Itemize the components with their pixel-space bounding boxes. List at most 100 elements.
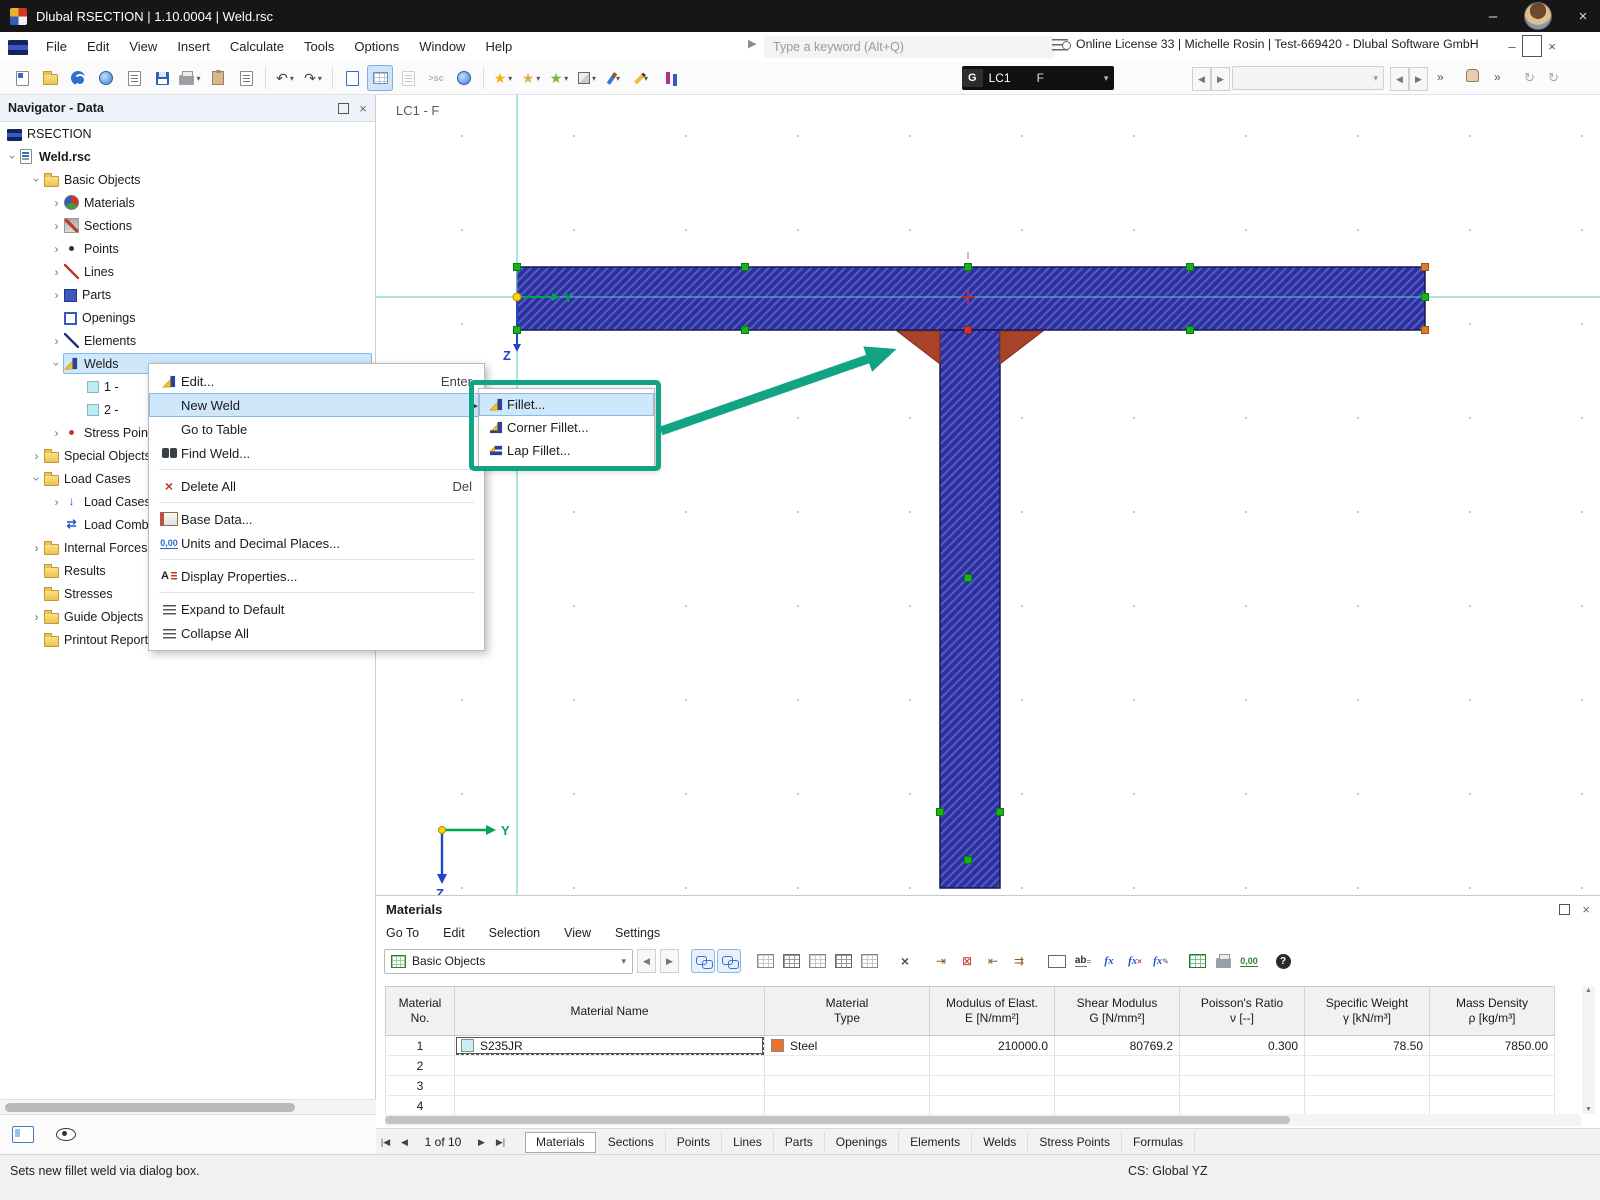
menu-help[interactable]: Help [475, 32, 522, 62]
generated-objects-button[interactable]: ★▾ [518, 65, 544, 91]
search-options-icon[interactable] [1052, 39, 1068, 51]
report-button[interactable] [233, 65, 259, 91]
menu-window[interactable]: Window [409, 32, 475, 62]
redo-button[interactable]: ↷▾ [300, 65, 326, 91]
chevron-right-icon[interactable]: › [30, 541, 43, 555]
menu-view[interactable]: View [119, 32, 167, 62]
submenu-item-corner-fillet[interactable]: Corner Fillet... [479, 416, 654, 439]
chevron-right-icon[interactable]: › [50, 334, 63, 348]
next-table-button[interactable]: ▶ [660, 949, 679, 973]
tab-formulas[interactable]: Formulas [1122, 1132, 1195, 1153]
table-row[interactable]: 4 [385, 1096, 1555, 1116]
doc-restore-button[interactable] [1522, 36, 1542, 56]
menu-item-go-to-table[interactable]: Go to Table [149, 417, 484, 441]
chevron-down-icon[interactable]: › [6, 150, 20, 163]
toolbar-overflow-icon[interactable]: » [1437, 70, 1444, 84]
table-row[interactable]: 3 [385, 1076, 1555, 1096]
new-object-button[interactable]: ★▾ [546, 65, 572, 91]
tab-lines[interactable]: Lines [722, 1132, 774, 1153]
favorites-button[interactable]: ★▾ [490, 65, 516, 91]
menu-edit[interactable]: Edit [77, 32, 119, 62]
scrollbar-thumb[interactable] [5, 1103, 295, 1112]
tree-item-points[interactable]: ›Points [0, 237, 375, 260]
chevron-down-icon[interactable]: ▾ [1104, 73, 1109, 84]
first-table-icon[interactable]: |◀ [376, 1133, 395, 1152]
mat-menu-edit[interactable]: Edit [443, 926, 465, 940]
mat-menu-selection[interactable]: Selection [489, 926, 540, 940]
table-fill-button[interactable] [753, 949, 777, 973]
menu-item-base-data[interactable]: Base Data... [149, 507, 484, 531]
mat-menu-settings[interactable]: Settings [615, 926, 660, 940]
navigator-panels-icon[interactable] [12, 1126, 34, 1143]
excel-export-button[interactable] [1185, 949, 1209, 973]
sc-view-button[interactable]: >sc [423, 65, 449, 91]
search-input[interactable]: Type a keyword (Alt+Q) [764, 36, 1055, 58]
display-visibility-eye-icon[interactable] [56, 1128, 76, 1141]
fillet-weld-left[interactable] [897, 331, 940, 364]
visual-objects-button[interactable]: ▾ [574, 65, 600, 91]
submenu-item-lap-fillet[interactable]: Lap Fillet... [479, 439, 654, 462]
chevron-down-icon[interactable]: ▾ [1373, 73, 1378, 84]
origin-node[interactable] [513, 293, 521, 301]
panel-close-icon[interactable]: × [1582, 902, 1590, 917]
tab-elements[interactable]: Elements [899, 1132, 972, 1153]
formula-button[interactable]: fx [1097, 949, 1121, 973]
menu-insert[interactable]: Insert [167, 32, 220, 62]
mat-menu-view[interactable]: View [564, 926, 591, 940]
export-row-button[interactable]: ⇥ [929, 949, 953, 973]
printout-report-button[interactable] [121, 65, 147, 91]
menu-item-delete-all[interactable]: × Delete All Del [149, 474, 484, 498]
menu-item-expand-default[interactable]: Expand to Default [149, 597, 484, 621]
global-settings-button[interactable] [93, 65, 119, 91]
menu-item-collapse-all[interactable]: Collapse All [149, 621, 484, 645]
graphics-viewport[interactable]: LC1 - F Y Z [376, 95, 1600, 895]
menu-item-new-weld[interactable]: New Weld ▶ [149, 393, 484, 417]
next-load-case-button[interactable]: ▶ [1211, 67, 1230, 91]
delete-row-button[interactable]: ⊠ [955, 949, 979, 973]
tab-materials[interactable]: Materials [525, 1132, 596, 1153]
user-avatar[interactable] [1524, 2, 1552, 30]
open-file-button[interactable] [37, 65, 63, 91]
render-view-button[interactable] [451, 65, 477, 91]
next-table-icon[interactable]: ▶ [472, 1133, 491, 1152]
help-button[interactable]: ? [1271, 949, 1295, 973]
chevron-right-icon[interactable]: › [50, 242, 63, 256]
undo-button[interactable]: ↶▾ [272, 65, 298, 91]
shift-right-button[interactable]: ⇉ [1007, 949, 1031, 973]
formula-remove-button[interactable]: fx× [1123, 949, 1147, 973]
scope-select[interactable]: Basic Objects ▾ [384, 949, 633, 974]
material-type-cell[interactable]: Steel [765, 1036, 930, 1056]
edit-pencil-button[interactable]: ▾ [630, 65, 656, 91]
menu-item-find-weld[interactable]: Find Weld... [149, 441, 484, 465]
formula-edit-button[interactable]: fx✎ [1149, 949, 1173, 973]
tree-item-weld-file[interactable]: ›Weld.rsc [0, 145, 375, 168]
tree-item-openings[interactable]: Openings [0, 306, 375, 329]
chevron-right-icon[interactable]: › [50, 426, 63, 440]
dlubal-center-button[interactable] [65, 65, 91, 91]
table-row[interactable]: 2 [385, 1056, 1555, 1076]
chevron-right-icon[interactable]: › [50, 288, 63, 302]
menu-item-units[interactable]: 0,00 Units and Decimal Places... [149, 531, 484, 555]
blank-view-button[interactable] [1045, 949, 1069, 973]
pattern-button[interactable] [831, 949, 855, 973]
tab-sections[interactable]: Sections [597, 1132, 666, 1153]
tree-item-sections[interactable]: ›Sections [0, 214, 375, 237]
search-collapse-icon[interactable]: ▶ [748, 37, 756, 50]
import-model-button[interactable] [9, 65, 35, 91]
table-row[interactable]: 1 S235JR Steel 210000.0 80769.2 0.300 78… [385, 1036, 1555, 1056]
tab-openings[interactable]: Openings [825, 1132, 899, 1153]
web-part[interactable] [940, 330, 1000, 888]
chevron-right-icon[interactable]: › [30, 449, 43, 463]
close-button[interactable]: × [1566, 0, 1600, 32]
sync-view-button[interactable] [717, 949, 741, 973]
rotate-view2-button[interactable]: ↻ [1548, 70, 1559, 86]
decimals-button[interactable]: 0,00 [1237, 949, 1261, 973]
doc-close-button[interactable]: × [1542, 36, 1562, 56]
chevron-right-icon[interactable]: › [50, 495, 63, 509]
prev-load-case-button[interactable]: ◀ [1192, 67, 1211, 91]
print-button[interactable]: ▾ [177, 65, 203, 91]
table-vscrollbar[interactable]: ▲▼ [1582, 986, 1595, 1114]
mat-menu-goto[interactable]: Go To [386, 926, 419, 940]
tab-parts[interactable]: Parts [774, 1132, 825, 1153]
rename-button[interactable]: ab= [1071, 949, 1095, 973]
